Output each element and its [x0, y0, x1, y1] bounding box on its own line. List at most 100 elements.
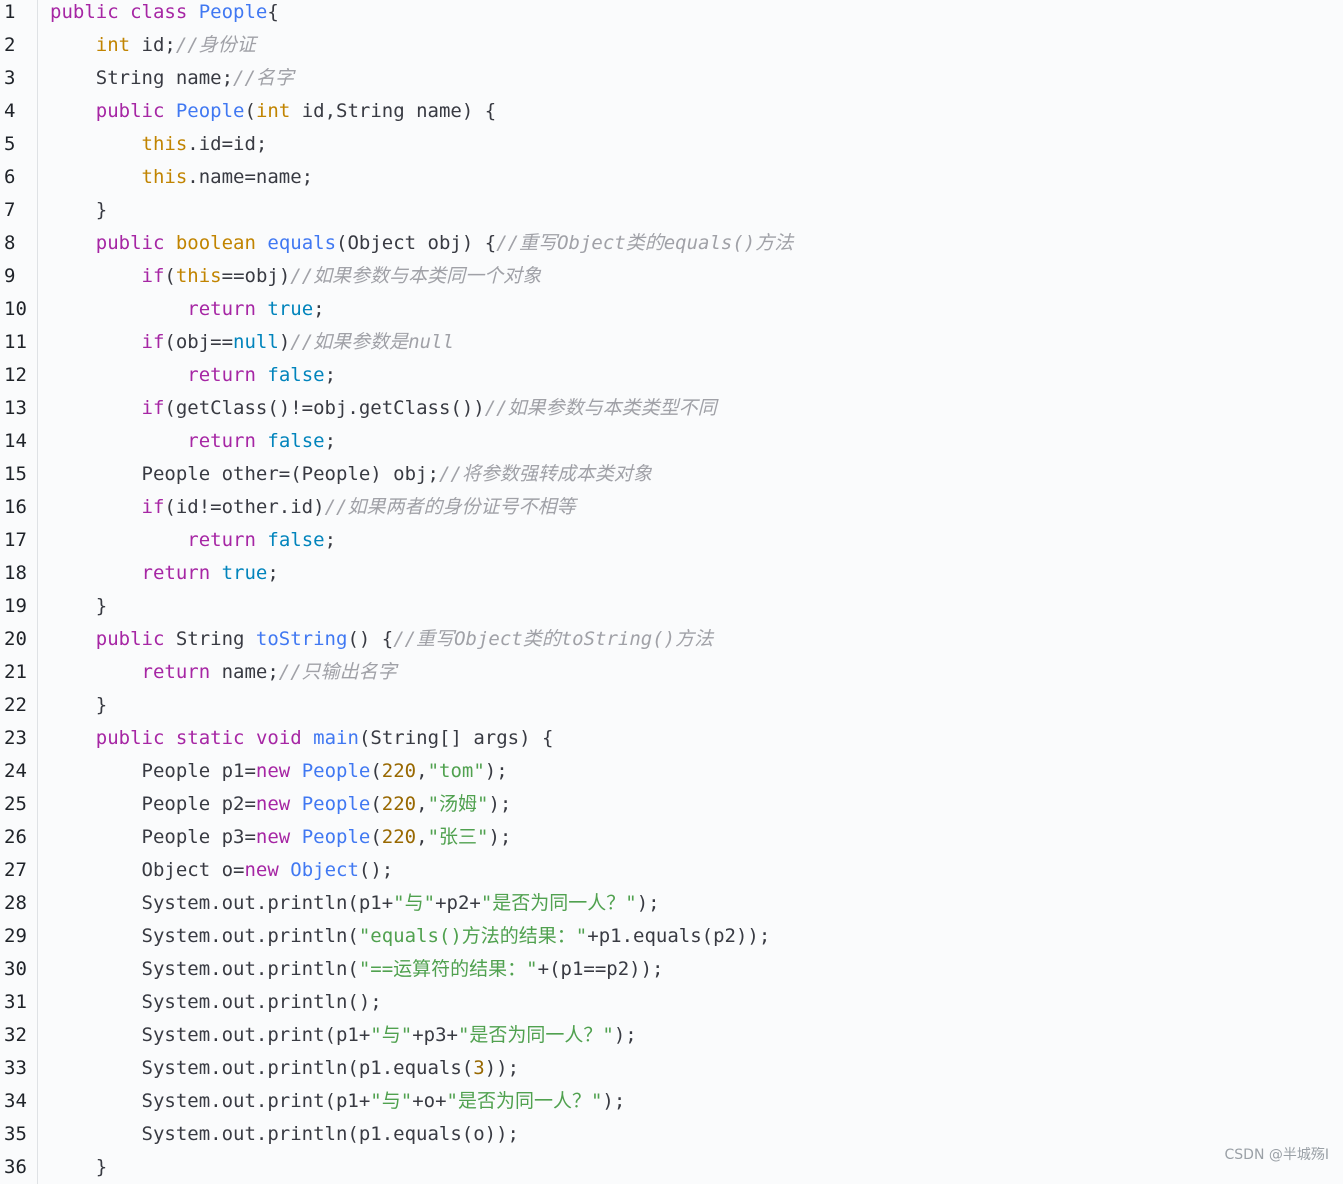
code-line: 2 int id;//身份证: [0, 29, 1343, 62]
code-token: return: [141, 562, 211, 584]
code-token: }: [50, 595, 108, 617]
code-token: ;: [324, 529, 337, 551]
code-text: }: [38, 1151, 107, 1184]
code-line: 31 System.out.println();: [0, 986, 1343, 1019]
code-token: (: [370, 760, 382, 782]
line-number: 16: [0, 491, 38, 524]
code-token: +p1.equals(p2));: [587, 925, 771, 947]
code-token: );: [602, 1090, 626, 1112]
code-token: new: [244, 859, 279, 881]
code-token: "是否为同一人？": [457, 1024, 614, 1046]
line-number: 31: [0, 986, 38, 1019]
code-token: );: [636, 892, 660, 914]
code-token: People: [301, 760, 371, 782]
line-number: 25: [0, 788, 38, 821]
code-line: 11 if(obj==null)//如果参数是null: [0, 326, 1343, 359]
code-token: //如果参数是null: [290, 331, 454, 353]
code-token: return: [187, 430, 256, 452]
code-text: }: [38, 194, 107, 227]
line-number: 20: [0, 623, 38, 656]
code-text: }: [38, 689, 107, 722]
code-token: System.out.println(p1+: [50, 892, 394, 914]
code-token: 3: [473, 1057, 485, 1079]
line-number: 1: [0, 0, 38, 29]
code-line: 12 return false;: [0, 359, 1343, 392]
code-token: );: [488, 826, 512, 848]
code-line: 23 public static void main(String[] args…: [0, 722, 1343, 755]
code-line: 17 return false;: [0, 524, 1343, 557]
line-number: 35: [0, 1118, 38, 1151]
line-number: 19: [0, 590, 38, 623]
code-token: name;: [210, 661, 279, 683]
code-token: "==运算符的结果：": [358, 958, 538, 980]
code-token: ();: [358, 859, 394, 881]
code-token: id,String name) {: [290, 100, 497, 122]
line-number: 11: [0, 326, 38, 359]
code-line: 20 public String toString() {//重写Object类…: [0, 623, 1343, 656]
code-token: this: [141, 166, 188, 188]
code-token: );: [613, 1024, 637, 1046]
code-line: 35 System.out.println(p1.equals(o));: [0, 1118, 1343, 1151]
code-text: public class People{: [38, 0, 279, 29]
code-token: }: [50, 199, 108, 221]
code-token: "tom": [427, 760, 485, 782]
code-line: 34 System.out.print(p1+"与"+o+"是否为同一人？");: [0, 1085, 1343, 1118]
line-number: 6: [0, 161, 38, 194]
code-token: ==obj): [221, 265, 291, 287]
code-token: );: [488, 793, 512, 815]
code-token: //将参数强转成本类对象: [438, 463, 652, 485]
code-token: id;: [130, 34, 176, 56]
code-token: if: [141, 331, 165, 353]
code-token: new: [255, 793, 291, 815]
code-line: 32 System.out.print(p1+"与"+p3+"是否为同一人？")…: [0, 1019, 1343, 1052]
code-token: System.out.print(p1+: [50, 1024, 371, 1046]
line-number: 17: [0, 524, 38, 557]
code-token: equals: [267, 232, 337, 254]
code-token: ,: [416, 793, 428, 815]
code-token: null: [233, 331, 279, 353]
code-token: return: [187, 298, 256, 320]
line-number: 12: [0, 359, 38, 392]
line-number: 26: [0, 821, 38, 854]
code-token: System.out.println(: [50, 925, 359, 947]
code-token: //重写Object类的equals()方法: [496, 232, 794, 254]
line-number: 24: [0, 755, 38, 788]
code-token: public: [95, 232, 165, 254]
code-line: 26 People p3=new People(220,"张三");: [0, 821, 1343, 854]
code-token: //如果参数与本类同一个对象: [290, 265, 542, 287]
line-number: 13: [0, 392, 38, 425]
code-line: 24 People p1=new People(220,"tom");: [0, 755, 1343, 788]
code-text: return name;//只输出名字: [38, 656, 397, 689]
line-number: 23: [0, 722, 38, 755]
code-token: //名字: [233, 67, 294, 89]
code-token: "equals()方法的结果：": [358, 925, 588, 947]
code-token: People other=(People) obj;: [50, 463, 439, 485]
code-token: (: [370, 793, 382, 815]
code-token: true: [267, 298, 314, 320]
code-text: People p2=new People(220,"汤姆");: [38, 788, 512, 821]
code-text: return false;: [38, 425, 336, 458]
code-token: .name=name;: [187, 166, 314, 188]
code-token: //如果参数与本类类型不同: [484, 397, 717, 419]
line-number: 36: [0, 1151, 38, 1184]
code-token: People p3=: [50, 826, 256, 848]
code-token: People: [198, 1, 268, 23]
line-number: 4: [0, 95, 38, 128]
code-text: this.name=name;: [38, 161, 314, 194]
code-token: (id!=other.id): [164, 496, 325, 518]
code-token: System.out.println(p1.equals(o));: [50, 1123, 520, 1145]
code-line: 6 this.name=name;: [0, 161, 1343, 194]
